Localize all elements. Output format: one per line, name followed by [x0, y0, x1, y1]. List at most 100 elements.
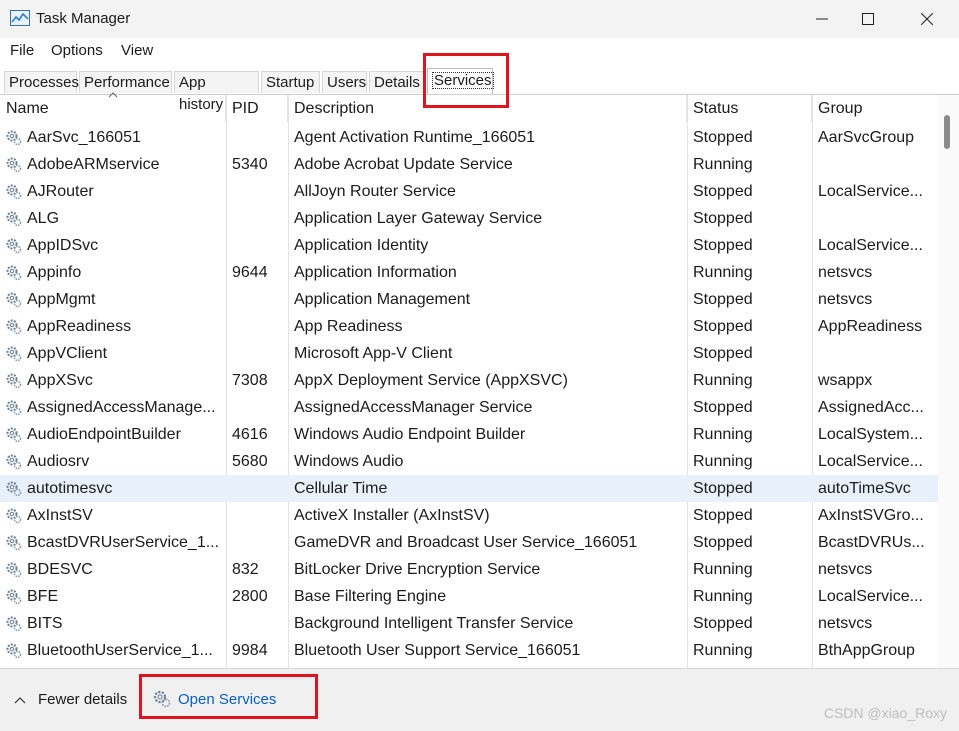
title-bar: Task Manager — [0, 0, 959, 38]
cell-description: Application Information — [294, 264, 457, 281]
tab-label: Users — [327, 74, 367, 91]
cell-status: Stopped — [693, 534, 753, 551]
cell-name: AdobeARMservice — [27, 156, 160, 173]
service-gear-icon — [6, 184, 22, 200]
cell-group: LocalSystem... — [818, 426, 923, 443]
service-row[interactable]: Appinfo 9644 Application Information Runnin… — [0, 259, 938, 286]
cell-status: Stopped — [693, 399, 753, 416]
service-row[interactable]: autotimesvc Cellular Time Stopped autoTimeS… — [0, 475, 938, 502]
close-button[interactable] — [904, 0, 950, 38]
cell-description: AssignedAccessManager Service — [294, 399, 533, 416]
cell-status: Stopped — [693, 210, 753, 227]
service-gear-icon — [6, 643, 22, 659]
cell-group: wsappx — [818, 372, 873, 389]
service-row[interactable]: BcastDVRUserService_1... GameDVR and Broa… — [0, 529, 938, 556]
cell-pid — [226, 205, 288, 232]
service-row[interactable]: AxInstSV ActiveX Installer (AxInstSV) Stop… — [0, 502, 938, 529]
tab-bar: Processes Performance App history Startu… — [0, 64, 959, 113]
cell-description: Cellular Time — [294, 480, 388, 497]
cell-pid: 5340 — [232, 156, 268, 173]
cell-description: Agent Activation Runtime_166051 — [294, 129, 536, 146]
open-services-link[interactable]: Open Services — [152, 689, 276, 709]
tab-startup[interactable]: Startup — [261, 71, 320, 93]
service-row[interactable]: AJRouter AllJoyn Router Service Stopped Loc… — [0, 178, 938, 205]
cell-name: autotimesvc — [27, 480, 113, 497]
cell-description: Windows Audio — [294, 453, 404, 470]
cell-pid — [226, 394, 288, 421]
fewer-details-button[interactable]: Fewer details — [14, 691, 127, 708]
cell-group: autoTimeSvc — [818, 480, 911, 497]
service-row[interactable]: AppIDSvc Application Identity Stopped Local… — [0, 232, 938, 259]
tab-details[interactable]: Details — [369, 71, 425, 93]
maximize-icon — [862, 13, 874, 25]
service-row[interactable]: ALG Application Layer Gateway Service Stop… — [0, 205, 938, 232]
service-row[interactable]: Audiosrv 5680 Windows Audio Running LocalSer… — [0, 448, 938, 475]
cell-description: AllJoyn Router Service — [294, 183, 456, 200]
cell-name: AppIDSvc — [27, 237, 99, 254]
cell-group — [812, 151, 938, 178]
cell-name: AppXSvc — [27, 372, 93, 389]
column-header-status[interactable]: Status — [687, 95, 812, 122]
column-header-group[interactable]: Group — [812, 95, 938, 122]
cell-name: ALG — [27, 210, 60, 227]
cell-pid: 2800 — [232, 588, 268, 605]
cell-group: netsvcs — [818, 264, 873, 281]
cell-status: Stopped — [693, 345, 753, 362]
cell-status: Running — [693, 642, 753, 659]
cell-name: BluetoothUserService_1... — [27, 642, 213, 659]
service-gear-icon — [6, 211, 22, 227]
cell-pid — [226, 340, 288, 367]
cell-status: Running — [693, 264, 753, 281]
service-row[interactable]: AssignedAccessManage... AssignedAccessMan… — [0, 394, 938, 421]
cell-group: AarSvcGroup — [818, 129, 915, 146]
service-gear-icon — [6, 481, 22, 497]
tab-label: Processes — [9, 74, 80, 91]
cell-status: Running — [693, 588, 753, 605]
service-row[interactable]: BFE 2800 Base Filtering Engine Running Local… — [0, 583, 938, 610]
tab-label: Performance — [84, 74, 170, 91]
scrollbar-thumb[interactable] — [944, 115, 950, 149]
service-row[interactable]: AppMgmt Application Management Stopped nets… — [0, 286, 938, 313]
service-row[interactable]: AppReadiness App Readiness Stopped AppReadi… — [0, 313, 938, 340]
service-row[interactable]: AdobeARMservice 5340 Adobe Acrobat Update … — [0, 151, 938, 178]
service-row[interactable]: AarSvc_166051 Agent Activation Runtime_16… — [0, 124, 938, 151]
menu-options[interactable]: Options — [51, 42, 103, 59]
service-gear-icon — [6, 616, 22, 632]
service-row[interactable]: BluetoothUserService_1... 9984 Bluetooth U… — [0, 637, 938, 664]
cell-description: Adobe Acrobat Update Service — [294, 156, 513, 173]
service-row[interactable]: AppVClient Microsoft App-V Client Stopped — [0, 340, 938, 367]
column-header-name[interactable]: Name — [0, 95, 226, 122]
tab-users[interactable]: Users — [322, 71, 367, 93]
minimize-button[interactable] — [799, 0, 845, 38]
cell-description: Application Layer Gateway Service — [294, 210, 543, 227]
menu-view[interactable]: View — [121, 42, 153, 59]
cell-description: GameDVR and Broadcast User Service_16605… — [294, 534, 638, 551]
menu-file[interactable]: File — [10, 42, 34, 59]
cell-pid: 7308 — [232, 372, 268, 389]
tab-app-history[interactable]: App history — [174, 71, 259, 113]
service-row[interactable]: BITS Background Intelligent Transfer Serv… — [0, 610, 938, 637]
cell-group: AppReadiness — [818, 318, 923, 335]
window-title: Task Manager — [36, 10, 131, 27]
cell-group: LocalService... — [818, 183, 923, 200]
cell-group: netsvcs — [818, 615, 873, 632]
cell-pid — [226, 502, 288, 529]
service-row[interactable]: AudioEndpointBuilder 4616 Windows Audio En… — [0, 421, 938, 448]
cell-group: LocalService... — [818, 453, 923, 470]
cell-name: BFE — [27, 588, 59, 605]
tab-processes[interactable]: Processes — [4, 71, 80, 93]
cell-group: LocalService... — [818, 237, 923, 254]
tab-performance[interactable]: Performance — [79, 71, 172, 93]
maximize-button[interactable] — [845, 0, 891, 38]
column-header-pid[interactable]: PID — [226, 95, 288, 122]
cell-description: Background Intelligent Transfer Service — [294, 615, 574, 632]
service-row[interactable]: AppXSvc 7308 AppX Deployment Service (AppX… — [0, 367, 938, 394]
cell-group: BcastDVRUs... — [818, 534, 925, 551]
cell-group: netsvcs — [818, 561, 873, 578]
cell-status: Stopped — [693, 129, 753, 146]
cell-status: Stopped — [693, 237, 753, 254]
service-row[interactable]: BDESVC 832 BitLocker Drive Encryption Serv… — [0, 556, 938, 583]
tab-services[interactable]: Services — [427, 68, 494, 94]
column-header-description[interactable]: Description — [288, 95, 687, 122]
vertical-scrollbar[interactable] — [938, 95, 959, 668]
